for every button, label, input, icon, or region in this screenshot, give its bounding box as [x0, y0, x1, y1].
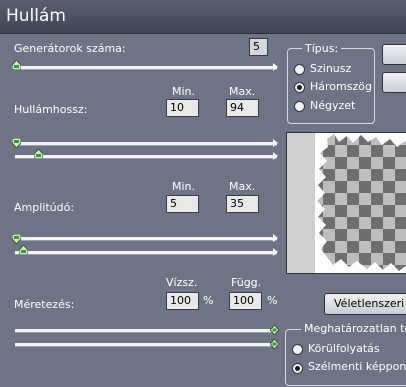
cancel-button[interactable]: [382, 72, 406, 93]
scale-horizontal-label: Vízsz.: [166, 276, 198, 289]
radio-wrap-around-label[interactable]: Körülfolyatás: [308, 342, 380, 355]
scale-vertical-label: Függ.: [231, 276, 262, 289]
scale-vertical-percent: %: [267, 294, 278, 307]
wavelength-min-input[interactable]: 10: [166, 99, 199, 117]
generators-slider-thumb[interactable]: [12, 60, 21, 70]
wavelength-min-label: Min.: [172, 85, 196, 98]
radio-wrap-around[interactable]: [292, 344, 303, 355]
ok-button[interactable]: [382, 44, 406, 65]
type-group-label: Típus:: [302, 42, 342, 55]
title-bar: Hullám: [0, 0, 406, 34]
undefined-areas-label: Meghatározatlan terü: [301, 322, 406, 335]
amplitude-label: Amplitúdó:: [14, 201, 75, 214]
wavelength-max-label: Max.: [229, 85, 256, 98]
radio-repeat-edge-pixels-label[interactable]: Szélmenti képpontok: [308, 360, 406, 373]
generators-slider[interactable]: [15, 63, 278, 71]
amplitude-min-slider-thumb[interactable]: [12, 234, 21, 244]
scale-label: Méretezés:: [14, 298, 75, 311]
wave-preview: [286, 132, 406, 274]
scale-horizontal-slider-thumb[interactable]: [270, 325, 279, 335]
amplitude-min-slider[interactable]: [15, 234, 278, 242]
amplitude-min-label: Min.: [172, 180, 196, 193]
amplitude-min-input[interactable]: 5: [166, 195, 199, 213]
wavelength-max-slider-thumb[interactable]: [34, 149, 43, 159]
undefined-areas-group: [285, 329, 406, 386]
amplitude-max-slider-thumb[interactable]: [19, 245, 28, 255]
radio-triangle-label[interactable]: Háromszög: [310, 80, 372, 93]
wavelength-min-slider[interactable]: [15, 139, 278, 147]
scale-vertical-slider[interactable]: [15, 343, 277, 347]
radio-square[interactable]: [294, 101, 305, 112]
scale-horizontal-input[interactable]: 100: [166, 292, 199, 310]
generators-input[interactable]: 5: [249, 38, 268, 56]
radio-square-label[interactable]: Négyzet: [310, 99, 355, 112]
wavelength-min-slider-thumb[interactable]: [12, 138, 21, 148]
amplitude-max-label: Max.: [229, 180, 256, 193]
wavelength-max-slider[interactable]: [15, 152, 278, 160]
scale-horizontal-slider[interactable]: [15, 329, 277, 333]
window-title: Hullám: [6, 6, 66, 26]
radio-repeat-edge-pixels[interactable]: [292, 363, 303, 374]
scale-vertical-input[interactable]: 100: [229, 292, 262, 310]
scale-vertical-slider-thumb[interactable]: [270, 339, 279, 349]
scale-horizontal-percent: %: [203, 294, 214, 307]
amplitude-max-input[interactable]: 35: [226, 195, 259, 213]
randomize-button[interactable]: Véletlenszeri: [324, 293, 406, 315]
generators-label: Generátorok száma:: [14, 42, 126, 55]
radio-sine[interactable]: [294, 64, 305, 75]
radio-triangle[interactable]: [294, 82, 305, 93]
radio-sine-label[interactable]: Szinusz: [310, 62, 351, 75]
wavelength-label: Hullámhossz:: [14, 103, 88, 116]
wavelength-max-input[interactable]: 94: [226, 99, 259, 117]
amplitude-max-slider[interactable]: [15, 248, 278, 256]
preview-image: [287, 133, 406, 273]
